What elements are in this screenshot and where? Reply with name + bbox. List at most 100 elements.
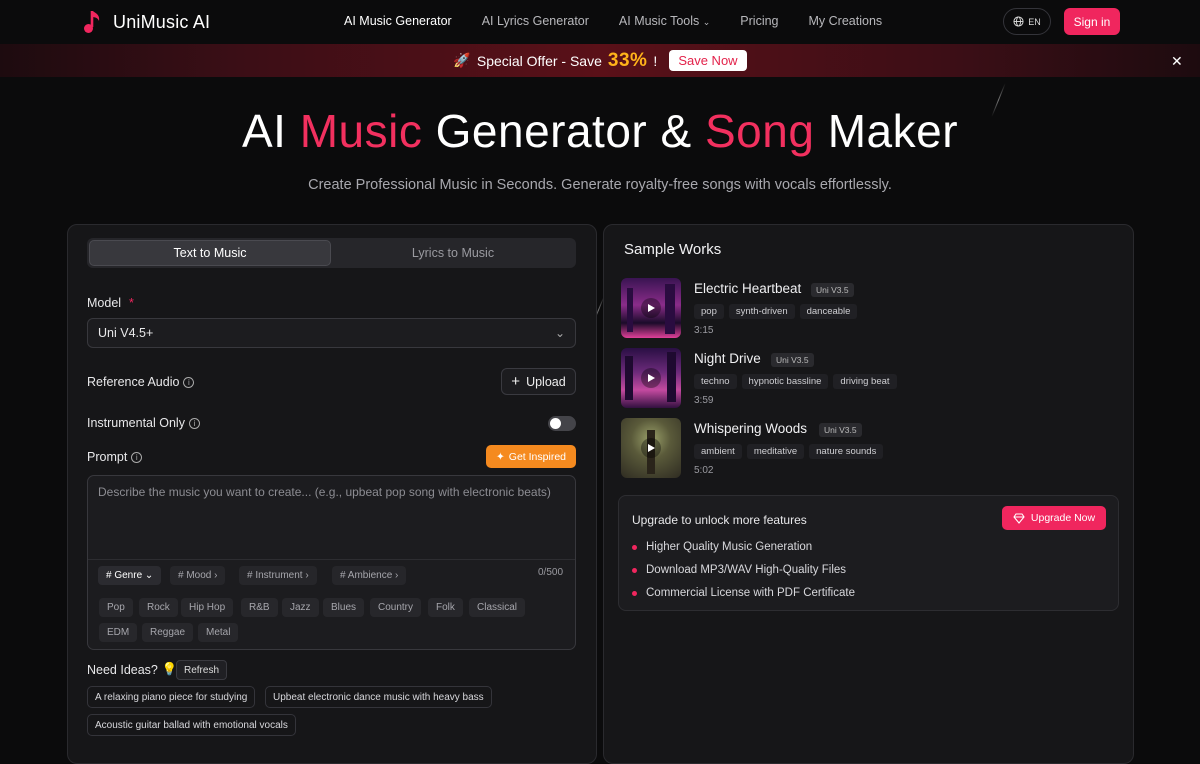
genre-chip[interactable]: # Genre ⌄ bbox=[98, 566, 162, 585]
save-now-button[interactable]: Save Now bbox=[669, 50, 747, 71]
get-inspired-button[interactable]: ✦ Get Inspired bbox=[486, 445, 576, 468]
track-tag: meditative bbox=[746, 444, 805, 459]
genre-tag[interactable]: Hip Hop bbox=[181, 598, 234, 617]
refresh-button[interactable]: Refresh bbox=[176, 660, 228, 680]
chip-label: # Ambience bbox=[340, 570, 393, 581]
title-part: Maker bbox=[827, 105, 959, 157]
chip-label: # Mood bbox=[178, 570, 212, 581]
reference-audio-label: Reference Audio i bbox=[87, 375, 195, 389]
track-tag: nature sounds bbox=[809, 444, 884, 459]
top-nav: UniMusic AI AI Music Generator AI Lyrics… bbox=[0, 0, 1200, 44]
sample-work-item[interactable]: Electric Heartbeat Uni V3.5 pop synth-dr… bbox=[621, 278, 1101, 340]
logo-text: UniMusic AI bbox=[113, 11, 211, 32]
required-marker: * bbox=[129, 296, 134, 310]
prompt-placeholder[interactable]: Describe the music you want to create...… bbox=[88, 476, 575, 560]
nav-link-pricing[interactable]: Pricing bbox=[740, 14, 778, 28]
cover-art bbox=[621, 418, 681, 478]
genre-tag[interactable]: Reggae bbox=[142, 623, 194, 642]
language-label: EN bbox=[1028, 16, 1041, 27]
tab-lyrics-to-music[interactable]: Lyrics to Music bbox=[332, 240, 574, 266]
cover-art bbox=[621, 348, 681, 408]
info-icon[interactable]: i bbox=[131, 451, 143, 463]
globe-icon bbox=[1013, 16, 1024, 27]
play-icon[interactable] bbox=[641, 368, 661, 388]
genre-tag[interactable]: Metal bbox=[198, 623, 239, 642]
info-icon[interactable]: i bbox=[188, 417, 200, 429]
need-ideas-text: Need Ideas? bbox=[87, 662, 158, 677]
track-tag: danceable bbox=[799, 304, 858, 319]
music-note-icon bbox=[84, 11, 100, 33]
bullet-icon bbox=[632, 590, 637, 596]
reference-audio-text: Reference Audio bbox=[87, 375, 180, 389]
upload-button[interactable]: + Upload bbox=[501, 368, 576, 395]
genre-tag[interactable]: EDM bbox=[99, 623, 138, 642]
nav-link-my-creations[interactable]: My Creations bbox=[809, 14, 883, 28]
sign-in-button[interactable]: Sign in bbox=[1064, 8, 1120, 35]
ambience-chip[interactable]: # Ambience › bbox=[332, 566, 407, 585]
instrumental-toggle[interactable] bbox=[548, 416, 576, 431]
track-tag: pop bbox=[694, 304, 724, 319]
genre-tag[interactable]: Jazz bbox=[282, 598, 319, 617]
track-tag: ambient bbox=[694, 444, 742, 459]
nav-link-music-generator[interactable]: AI Music Generator bbox=[344, 14, 452, 28]
instrument-chip[interactable]: # Instrument › bbox=[239, 566, 317, 585]
idea-suggestion[interactable]: A relaxing piano piece for studying bbox=[87, 686, 256, 708]
page-subtitle: Create Professional Music in Seconds. Ge… bbox=[308, 177, 892, 193]
close-icon[interactable]: ✕ bbox=[1171, 53, 1183, 70]
idea-suggestion[interactable]: Upbeat electronic dance music with heavy… bbox=[265, 686, 492, 708]
title-part: AI bbox=[241, 105, 287, 157]
discount-percent: 33% bbox=[607, 49, 648, 71]
sample-works-title: Sample Works bbox=[624, 241, 722, 258]
upgrade-now-button[interactable]: Upgrade Now bbox=[1002, 506, 1106, 530]
char-count: 0/500 bbox=[538, 567, 564, 578]
model-label: Model * bbox=[87, 296, 134, 310]
sparkle-icon: ✦ bbox=[495, 450, 505, 463]
nav-link-lyrics-generator[interactable]: AI Lyrics Generator bbox=[482, 14, 589, 28]
promo-banner: 🚀 Special Offer - Save 33% ! Save Now ✕ bbox=[0, 44, 1200, 77]
chevron-down-icon: ⌄ bbox=[702, 17, 711, 27]
prompt-text: Prompt bbox=[87, 450, 128, 464]
title-part: Generator & bbox=[435, 105, 692, 157]
sample-work-item[interactable]: Night Drive Uni V3.5 techno hypnotic bas… bbox=[621, 348, 1101, 410]
track-duration: 3:59 bbox=[694, 395, 714, 406]
track-tag: techno bbox=[694, 374, 737, 389]
genre-tag[interactable]: Pop bbox=[99, 598, 133, 617]
genre-tag[interactable]: Blues bbox=[323, 598, 365, 617]
track-duration: 3:15 bbox=[694, 325, 714, 336]
feature-item: Higher Quality Music Generation bbox=[632, 541, 812, 553]
model-select-value: Uni V4.5+ bbox=[98, 326, 154, 340]
cover-art bbox=[621, 278, 681, 338]
track-duration: 5:02 bbox=[694, 465, 714, 476]
play-icon[interactable] bbox=[641, 438, 661, 458]
genre-tag[interactable]: Rock bbox=[139, 598, 178, 617]
genre-tag[interactable]: Folk bbox=[428, 598, 463, 617]
feature-text: Higher Quality Music Generation bbox=[646, 541, 813, 553]
genre-tag[interactable]: Classical bbox=[469, 598, 526, 617]
need-ideas-label: Need Ideas? 💡 bbox=[87, 662, 177, 677]
nav-link-music-tools[interactable]: AI Music Tools ⌄ bbox=[619, 14, 710, 28]
track-tag: hypnotic bassline bbox=[741, 374, 829, 389]
upgrade-card: Upgrade to unlock more features Upgrade … bbox=[618, 495, 1119, 611]
idea-suggestion[interactable]: Acoustic guitar ballad with emotional vo… bbox=[87, 714, 296, 736]
chip-label: # Genre bbox=[106, 570, 143, 581]
model-select[interactable]: Uni V4.5+ ⌄ bbox=[87, 318, 576, 348]
mood-chip[interactable]: # Mood › bbox=[170, 566, 226, 585]
chip-label: # Instrument bbox=[247, 570, 303, 581]
instrumental-label: Instrumental Only i bbox=[87, 416, 200, 430]
mode-tabs: Text to Music Lyrics to Music bbox=[87, 238, 576, 268]
info-icon[interactable]: i bbox=[183, 376, 195, 388]
chevron-right-icon: › bbox=[214, 570, 218, 581]
sample-work-item[interactable]: Whispering Woods Uni V3.5 ambient medita… bbox=[621, 418, 1101, 480]
track-title: Whispering Woods bbox=[694, 421, 808, 436]
play-icon[interactable] bbox=[641, 298, 661, 318]
logo[interactable]: UniMusic AI bbox=[83, 9, 210, 35]
tab-text-to-music[interactable]: Text to Music bbox=[89, 240, 331, 266]
chevron-down-icon: ⌄ bbox=[554, 326, 565, 340]
genre-tag[interactable]: Country bbox=[370, 598, 422, 617]
genre-tag[interactable]: R&B bbox=[241, 598, 278, 617]
language-selector[interactable]: EN bbox=[1003, 8, 1051, 35]
banner-suffix: ! bbox=[653, 52, 658, 69]
nav-link-music-tools-label: AI Music Tools bbox=[618, 14, 700, 28]
page-title: AI Music Generator & Song Maker bbox=[0, 104, 1200, 158]
nav-links: AI Music Generator AI Lyrics Generator A… bbox=[344, 14, 882, 28]
